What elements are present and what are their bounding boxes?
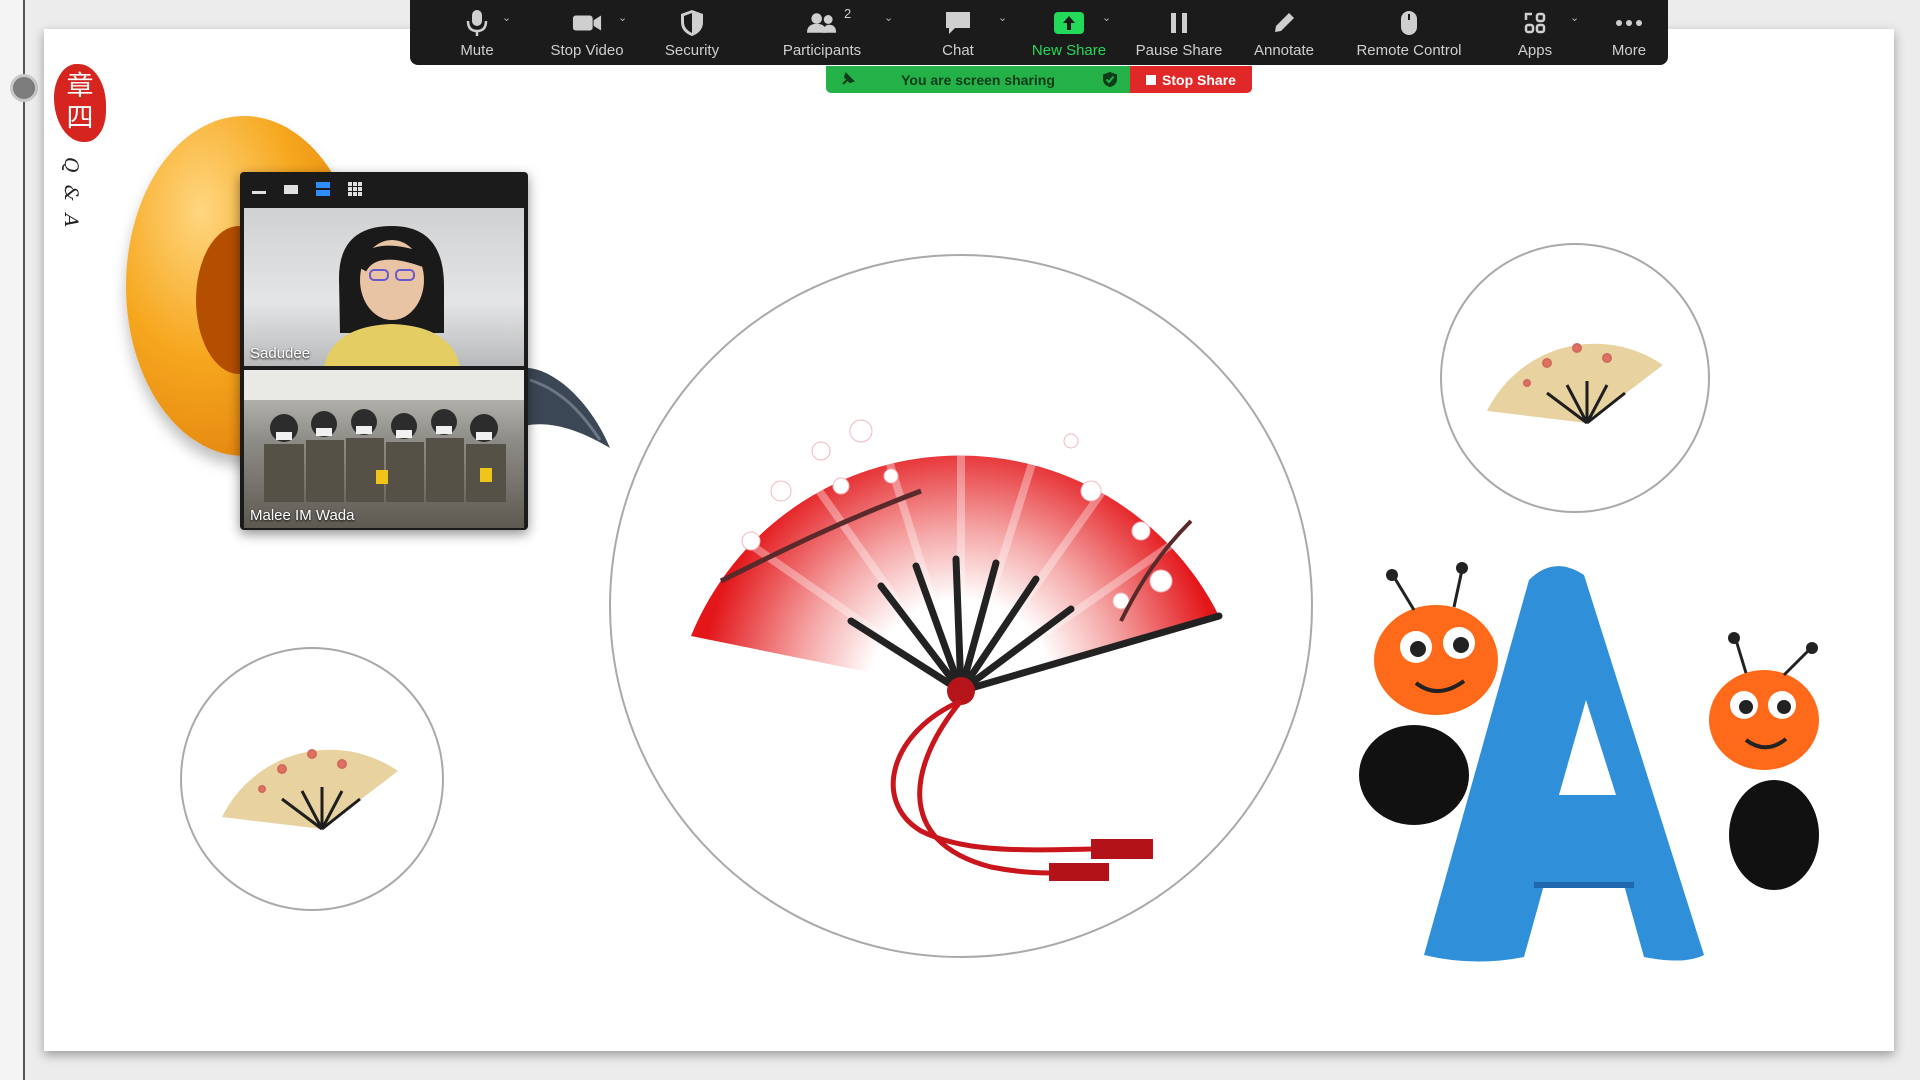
mouse-icon: [1394, 8, 1424, 38]
qa-side-text: Q & A: [60, 157, 82, 231]
chat-bubble-icon: [943, 8, 973, 38]
left-rail: [0, 0, 25, 1080]
new-share-button[interactable]: ⌄ New Share: [1014, 0, 1124, 65]
screen-sharing-status-text: You are screen sharing: [901, 71, 1055, 88]
video-options-chevron-icon[interactable]: ⌄: [618, 11, 627, 24]
participant-video-feed: [244, 370, 524, 502]
mute-label: Mute: [460, 42, 494, 59]
pause-share-label: Pause Share: [1135, 42, 1223, 59]
gallery-view-icon[interactable]: [346, 180, 364, 198]
apps-button[interactable]: ⌄ Apps: [1484, 0, 1586, 65]
security-check-shield-icon: [1102, 71, 1118, 91]
share-screen-icon: [1054, 8, 1084, 38]
stop-share-label: Stop Share: [1162, 71, 1236, 88]
minimize-videos-icon[interactable]: [250, 180, 268, 198]
participants-options-chevron-icon[interactable]: ⌄: [884, 11, 893, 24]
stop-video-button[interactable]: ⌄ Stop Video: [532, 0, 642, 65]
active-speaker-view-icon[interactable]: [282, 180, 300, 198]
main-fan-circle: [609, 254, 1313, 958]
participant-video-tile[interactable]: Malee IM Wada: [244, 370, 524, 528]
annotate-button[interactable]: Annotate: [1234, 0, 1334, 65]
participants-icon: [807, 8, 837, 38]
stop-video-label: Stop Video: [550, 42, 624, 59]
small-paper-fan-right-graphic: [1487, 343, 1663, 425]
apps-label: Apps: [1517, 42, 1553, 59]
participants-label: Participants: [782, 42, 862, 59]
share-options-chevron-icon[interactable]: ⌄: [1102, 11, 1111, 24]
pin-icon: [840, 71, 856, 90]
floating-video-panel[interactable]: Sadudee Malee IM Wada: [240, 172, 528, 530]
shield-icon: [677, 8, 707, 38]
small-fan-circle-left: [180, 647, 444, 911]
apps-options-chevron-icon[interactable]: ⌄: [1570, 11, 1579, 24]
chat-options-chevron-icon[interactable]: ⌄: [998, 11, 1007, 24]
new-share-label: New Share: [1031, 42, 1107, 59]
seal-text: 章四: [66, 71, 94, 134]
microphone-icon: [462, 8, 492, 38]
bird-wing-graphic: [520, 367, 610, 448]
more-label: More: [1611, 42, 1647, 59]
screen-sharing-status[interactable]: You are screen sharing: [826, 66, 1130, 93]
pause-icon: [1164, 8, 1194, 38]
participants-count-badge: 2: [844, 6, 852, 21]
apps-icon: [1520, 8, 1550, 38]
small-paper-fan-left-graphic: [222, 749, 398, 831]
meeting-toolbar: ⌄ Mute ⌄ Stop Video Security 2 ⌄ Partici…: [410, 0, 1668, 65]
remote-control-label: Remote Control: [1356, 42, 1462, 59]
screen-sharing-bar: You are screen sharing Stop Share: [826, 66, 1252, 93]
participant-video-tile[interactable]: Sadudee: [244, 208, 524, 366]
mute-button[interactable]: ⌄ Mute: [422, 0, 532, 65]
ants-letter-a-graphic: [1359, 562, 1819, 962]
security-label: Security: [664, 42, 720, 59]
mute-options-chevron-icon[interactable]: ⌄: [502, 11, 511, 24]
more-button[interactable]: More: [1586, 0, 1672, 65]
red-sakura-fan-graphic: [691, 391, 1223, 881]
slide-navigation-handle[interactable]: [10, 74, 38, 102]
small-fan-circle-right: [1440, 243, 1710, 513]
stop-square-icon: [1146, 74, 1157, 85]
video-panel-controls: [240, 172, 528, 206]
more-dots-icon: [1614, 8, 1644, 38]
video-camera-icon: [572, 8, 602, 38]
chat-label: Chat: [942, 42, 974, 59]
participant-name: Malee IM Wada: [250, 507, 355, 524]
security-button[interactable]: Security: [642, 0, 742, 65]
remote-control-button[interactable]: Remote Control: [1334, 0, 1484, 65]
annotate-label: Annotate: [1253, 42, 1315, 59]
strip-view-icon[interactable]: [314, 180, 332, 198]
pause-share-button[interactable]: Pause Share: [1124, 0, 1234, 65]
pencil-icon: [1269, 8, 1299, 38]
stop-share-button[interactable]: Stop Share: [1130, 66, 1252, 93]
chat-button[interactable]: ⌄ Chat: [902, 0, 1014, 65]
participants-button[interactable]: 2 ⌄ Participants: [742, 0, 902, 65]
participant-video-feed: [324, 226, 460, 366]
participant-name: Sadudee: [250, 345, 311, 362]
